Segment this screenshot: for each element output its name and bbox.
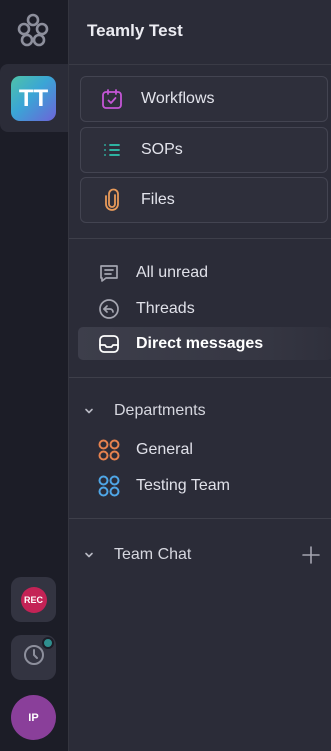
section-departments-label: Departments: [114, 402, 206, 419]
channel-testing-team[interactable]: Testing Team: [78, 471, 331, 501]
section-departments[interactable]: Departments: [83, 399, 323, 423]
workspace-avatar[interactable]: TT: [11, 76, 56, 121]
clock-icon: [22, 643, 46, 672]
timer-status-dot: [42, 637, 54, 649]
chevron-down-icon: [83, 405, 95, 417]
department-icon: [97, 474, 121, 498]
channel-general-label: General: [136, 441, 193, 458]
nav-all-unread-label: All unread: [136, 263, 209, 281]
inbox-icon: [97, 332, 121, 356]
workflows-label: Workflows: [141, 90, 215, 107]
nav-threads[interactable]: Threads: [78, 292, 331, 325]
divider: [69, 518, 331, 519]
sops-button[interactable]: SOPs: [80, 127, 328, 173]
nav-direct-messages-label: Direct messages: [136, 334, 264, 352]
nav-direct-messages[interactable]: Direct messages: [78, 327, 331, 360]
calendar-check-icon: [100, 87, 124, 111]
nav-all-unread[interactable]: All unread: [78, 256, 331, 289]
user-avatar[interactable]: IP: [11, 695, 56, 740]
files-button[interactable]: Files: [80, 177, 328, 223]
timer-button[interactable]: [11, 635, 56, 680]
section-team-chat[interactable]: Team Chat: [83, 543, 323, 567]
list-icon: [100, 138, 124, 162]
department-icon: [97, 438, 121, 462]
sops-label: SOPs: [141, 141, 183, 158]
record-button[interactable]: REC: [11, 577, 56, 622]
files-label: Files: [141, 191, 175, 208]
divider: [69, 377, 331, 378]
section-team-chat-label: Team Chat: [114, 546, 192, 563]
record-label: REC: [20, 586, 47, 613]
workspace-title[interactable]: Teamly Test: [87, 21, 183, 41]
threads-icon: [97, 297, 121, 321]
add-chat-button[interactable]: [299, 543, 323, 567]
workspace-rail: TT REC IP: [0, 0, 68, 751]
channel-general[interactable]: General: [78, 435, 331, 465]
divider: [69, 238, 331, 239]
header-divider: [69, 64, 331, 65]
active-workspace-slot: TT: [0, 64, 68, 132]
app-logo-icon[interactable]: [16, 12, 50, 50]
chevron-down-icon: [83, 549, 95, 561]
channel-testing-team-label: Testing Team: [136, 477, 230, 494]
message-lines-icon: [97, 261, 121, 285]
nav-threads-label: Threads: [136, 299, 195, 317]
workflows-button[interactable]: Workflows: [80, 76, 328, 122]
plus-icon: [302, 546, 320, 564]
sidebar-panel: Teamly Test Workflows SOPs Files All unr…: [68, 0, 331, 751]
paperclip-icon: [100, 188, 124, 212]
